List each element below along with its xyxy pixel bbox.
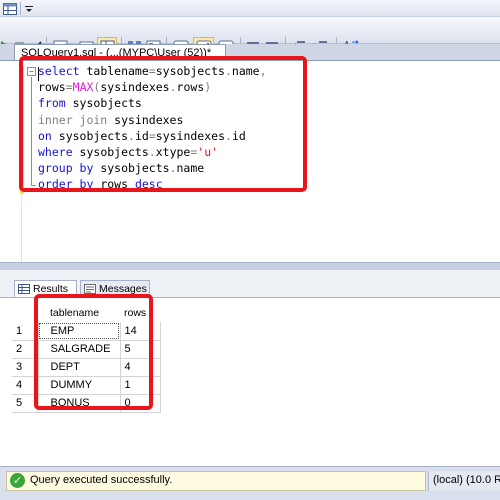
row-number-header[interactable]	[12, 304, 38, 322]
code-token: .	[224, 64, 232, 78]
row-number[interactable]: 5	[12, 394, 39, 413]
row-number[interactable]: 3	[12, 358, 39, 377]
toolbar-top	[0, 0, 500, 17]
code-token: sysindexes	[114, 112, 184, 127]
code-line[interactable]: order by rows desc	[38, 176, 267, 192]
code-line[interactable]: on sysobjects.id=sysindexes.id	[38, 128, 267, 144]
code-token: inner join	[38, 112, 115, 127]
code-token: sysindexes	[155, 128, 226, 143]
tab-results[interactable]: Results	[14, 280, 77, 298]
code-line[interactable]: select tablename=sysobjects.name,	[38, 63, 267, 79]
code-token: sysobjects	[58, 128, 129, 143]
code-token: rows	[176, 80, 205, 95]
results-grid: tablename rows 1 EMP 14 2 SALGRADE 5 3 DEPT 4 4 DU…	[12, 304, 161, 413]
code-token: from	[38, 96, 73, 111]
code-line[interactable]: where sysobjects.xtype='u'	[38, 144, 267, 160]
code-token: select	[38, 64, 87, 78]
table-row[interactable]: 3 DEPT 4	[12, 358, 161, 377]
tab-sqlquery1[interactable]: SQLQuery1.sql - (...(MYPC\User (52))*	[14, 44, 226, 61]
messages-icon	[84, 284, 96, 294]
cell-rows[interactable]: 4	[120, 358, 161, 377]
code-token: =	[148, 64, 156, 78]
code-token: where	[38, 144, 80, 159]
query-editor[interactable]: select tablename=sysobjects.name, rows=MA…	[0, 60, 500, 271]
row-number[interactable]: 4	[12, 376, 39, 395]
code-token: on	[38, 128, 59, 143]
code-line[interactable]: rows=MAX(sysindexes.rows)	[38, 79, 267, 95]
text-cursor	[38, 67, 39, 81]
code-token: sysindexes	[100, 80, 170, 95]
code-line[interactable]: inner join sysindexes	[38, 112, 267, 128]
cell-rows[interactable]: 14	[120, 322, 161, 341]
table-row[interactable]: 5 BONUS 0	[12, 394, 161, 413]
server-name: (local) (10.0 RT	[428, 471, 500, 491]
code-token: rows	[38, 80, 66, 95]
code-token: tablename	[86, 64, 149, 78]
row-number[interactable]: 2	[12, 340, 39, 359]
code-token: MAX	[72, 80, 94, 95]
code-token: xtype	[155, 144, 191, 159]
cell-rows[interactable]: 5	[120, 340, 161, 359]
code-token: .	[148, 144, 156, 159]
code-token: name	[231, 64, 260, 78]
code-token: sysobjects	[100, 161, 170, 176]
code-token: sysobjects	[79, 144, 149, 159]
code-token: .	[169, 80, 177, 95]
outline-line	[31, 77, 32, 185]
code-token: .	[128, 128, 135, 143]
code-token: 'u'	[197, 144, 219, 159]
results-grid-icon	[18, 284, 30, 294]
dropdown-arrow-icon[interactable]	[24, 3, 34, 15]
table-row[interactable]: 2 SALGRADE 5	[12, 340, 161, 359]
cell-tablename[interactable]: DUMMY	[38, 376, 121, 395]
column-header-rows[interactable]: rows	[120, 304, 160, 322]
code-token: id	[134, 128, 149, 143]
outline-end	[31, 185, 36, 186]
status-message: Query executed successfully.	[30, 474, 173, 486]
success-check-icon: ✓	[10, 473, 25, 488]
tab-results-label: Results	[33, 283, 69, 295]
cell-tablename[interactable]: SALGRADE	[38, 340, 121, 359]
code-token: desc	[134, 177, 163, 192]
code-token: .	[225, 128, 232, 143]
code-token: .	[169, 161, 177, 176]
change-indicator-bar	[20, 66, 24, 194]
code-token: =	[65, 80, 73, 95]
code-token: order by	[38, 177, 101, 192]
cell-tablename[interactable]: EMP	[38, 322, 121, 341]
sql-code[interactable]: select tablename=sysobjects.name, rows=MA…	[38, 63, 267, 193]
editor-gutter	[0, 61, 22, 271]
code-token: id	[231, 128, 246, 143]
cell-rows[interactable]: 1	[120, 376, 161, 395]
code-token: rows	[100, 177, 135, 192]
results-grid-area: tablename rows 1 EMP 14 2 SALGRADE 5 3 DEPT 4 4 DU…	[0, 297, 500, 467]
tab-messages[interactable]: Messages	[80, 280, 150, 298]
code-line[interactable]: from sysobjects	[38, 95, 267, 111]
code-token: sysobjects	[155, 64, 225, 78]
code-token: sysobjects	[72, 96, 142, 111]
pane-splitter[interactable]	[0, 262, 500, 270]
collapse-icon[interactable]: −	[27, 67, 36, 76]
table-icon[interactable]	[3, 2, 17, 15]
table-row[interactable]: 4 DUMMY 1	[12, 376, 161, 395]
code-token: group by	[38, 161, 101, 176]
code-token: =	[148, 128, 156, 143]
cell-rows[interactable]: 0	[120, 394, 161, 413]
code-token: ,	[259, 64, 267, 78]
query-toolbar: AB	[0, 17, 500, 57]
column-header-tablename[interactable]: tablename	[38, 304, 120, 322]
code-line[interactable]: group by sysobjects.name	[38, 160, 267, 176]
cell-tablename[interactable]: DEPT	[38, 358, 121, 377]
table-row[interactable]: 1 EMP 14	[12, 322, 161, 341]
row-number[interactable]: 1	[12, 322, 39, 341]
grid-header-row: tablename rows	[12, 304, 160, 322]
code-token: )	[204, 80, 212, 95]
tab-messages-label: Messages	[99, 283, 147, 295]
cell-tablename[interactable]: BONUS	[38, 394, 121, 413]
code-token: name	[176, 161, 205, 176]
